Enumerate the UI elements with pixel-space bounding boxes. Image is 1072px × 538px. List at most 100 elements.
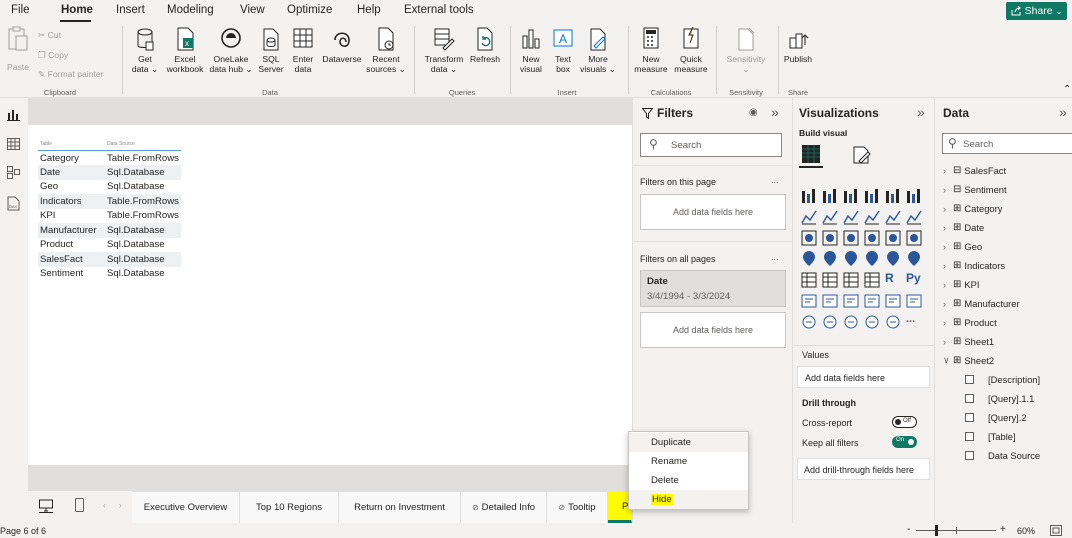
data-field-item[interactable]: [Query].2 [965,412,1027,423]
gauge-icon[interactable] [864,251,880,267]
keep-all-filters-toggle[interactable]: On [892,436,917,448]
scroll-right-icon[interactable]: › [119,501,122,510]
scroll-left-icon[interactable]: ‹ [103,501,106,510]
decomposition-icon[interactable] [822,293,838,309]
format-visual-icon[interactable] [853,146,871,164]
transform-data-button[interactable]: Transform data ⌄ [422,26,466,74]
data-field-item[interactable]: [Table] [965,431,1016,442]
table-view-icon[interactable] [7,138,20,150]
map-icon[interactable] [801,251,817,267]
data-table-item[interactable]: ∨ ⊞ Sheet2 [943,355,994,366]
funnel-icon[interactable] [822,230,838,246]
table-visual[interactable]: Table Data Source Category Table.FromRows… [38,141,181,281]
zoom-slider-thumb[interactable] [935,525,938,536]
kpi-icon[interactable] [801,272,817,288]
publish-button[interactable]: Publish [780,26,816,64]
menu-tab-help[interactable]: Help [357,4,381,16]
data-search-input[interactable]: ⚲ Search [942,133,1072,154]
zoom-in-button[interactable]: + [1000,524,1006,535]
menu-tab-external-tools[interactable]: External tools [404,4,474,16]
cut-button[interactable]: ✂ Cut [38,30,61,40]
date-filter-card[interactable]: Date 3/4/1994 - 3/3/2024 [640,270,786,307]
paste-button[interactable]: Paste [4,26,32,78]
enter-data-button[interactable]: Enter data [288,26,318,74]
filters-all-pages-dropzone[interactable]: Add data fields here [640,312,786,348]
chevron-right-icon[interactable]: › [943,185,950,195]
stacked-bar-icon[interactable] [801,188,817,204]
data-table-item[interactable]: › ⊟ SalesFact [943,165,1006,176]
column-header-data-source[interactable]: Data Source [105,141,181,151]
data-table-item[interactable]: › ⊞ Category [943,203,1002,214]
desktop-layout-icon[interactable] [39,499,53,513]
recent-sources-button[interactable]: Recent sources ⌄ [366,26,406,74]
multi-card-icon[interactable] [906,251,922,267]
azure-map-icon[interactable] [843,251,859,267]
slicer-icon[interactable] [822,272,838,288]
paginated-icon[interactable] [906,293,922,309]
eye-icon[interactable]: ◉ [749,107,758,118]
data-table-item[interactable]: › ⊞ Date [943,222,984,233]
data-field-item[interactable]: [Description] [965,374,1040,385]
chevron-icon[interactable] [885,314,901,330]
field-checkbox[interactable] [965,413,974,422]
ribbon-icon[interactable] [885,209,901,225]
build-visual-tab[interactable] [799,143,823,168]
chevron-right-icon[interactable]: › [943,337,950,347]
data-table-item[interactable]: › ⊞ Manufacturer [943,298,1020,309]
fit-to-page-icon[interactable] [1050,525,1062,536]
power-apps-icon[interactable] [801,314,817,330]
chevron-right-icon[interactable]: › [943,204,950,214]
matrix-icon[interactable] [864,272,880,288]
get-data-button[interactable]: Get data ⌄ [128,26,162,74]
table-icon[interactable] [843,272,859,288]
model-view-icon[interactable] [7,166,20,179]
copy-button[interactable]: ❐ Copy [38,50,68,60]
data-table-item[interactable]: › ⊞ Indicators [943,260,1005,271]
menu-tab-home[interactable]: Home [61,4,93,16]
filters-page-dropzone[interactable]: Add data fields here [640,194,786,230]
combo-icon[interactable] [801,230,817,246]
data-table-item[interactable]: › ⊞ Geo [943,241,982,252]
treemap-icon[interactable] [906,230,922,246]
chevron-right-icon[interactable]: › [943,261,950,271]
menu-item-rename[interactable]: Rename [629,452,748,471]
data-field-item[interactable]: Data Source [965,450,1040,461]
more-options-icon[interactable]: ... [771,252,779,262]
values-dropzone[interactable]: Add data fields here [797,366,930,388]
format-painter-button[interactable]: ✎ Format painter [38,69,103,79]
drill-through-dropzone[interactable]: Add drill-through fields here [797,458,930,480]
field-checkbox[interactable] [965,394,974,403]
tab-tooltip[interactable]: ⊘ Tooltip [547,491,608,523]
more-visuals-button[interactable]: More visuals ⌄ [578,26,618,74]
chevron-right-icon[interactable]: › [943,299,950,309]
power-automate-icon[interactable] [822,314,838,330]
collapse-visualizations-icon[interactable]: » [917,104,925,120]
report-view-icon[interactable] [7,109,20,121]
clustered-column-icon[interactable] [864,188,880,204]
chevron-right-icon[interactable]: › [943,318,950,328]
donut-icon[interactable] [885,230,901,246]
data-field-item[interactable]: [Query].1.1 [965,393,1034,404]
filters-search-input[interactable]: ⚲ Search [640,133,782,157]
key-influencers-icon[interactable] [801,293,817,309]
collapse-ribbon-icon[interactable]: ⌃ [1063,84,1071,95]
data-table-item[interactable]: › ⊞ Sheet1 [943,336,994,347]
menu-tab-optimize[interactable]: Optimize [287,4,332,16]
onelake-data-hub-button[interactable]: OneLake data hub ⌄ [206,26,256,74]
sql-server-button[interactable]: SQL Server [257,26,285,74]
mobile-layout-icon[interactable] [75,498,84,512]
dax-query-view-icon[interactable]: DAX [7,196,20,211]
more-options-icon[interactable]: ... [771,175,779,185]
menu-item-hide[interactable]: Hide [629,490,748,509]
scatter-icon[interactable] [843,230,859,246]
more-icon[interactable]: ... [906,313,915,325]
stacked-area-icon[interactable] [843,209,859,225]
column-header-table[interactable]: Table [38,141,105,151]
diamond-icon[interactable] [864,314,880,330]
filled-map-icon[interactable] [822,251,838,267]
menu-tab-view[interactable]: View [240,4,265,16]
tab-executive-overview[interactable]: Executive Overview [132,491,240,523]
r-visual-icon[interactable]: R [885,271,894,285]
collapse-data-icon[interactable]: » [1059,104,1067,120]
field-checkbox[interactable] [965,451,974,460]
